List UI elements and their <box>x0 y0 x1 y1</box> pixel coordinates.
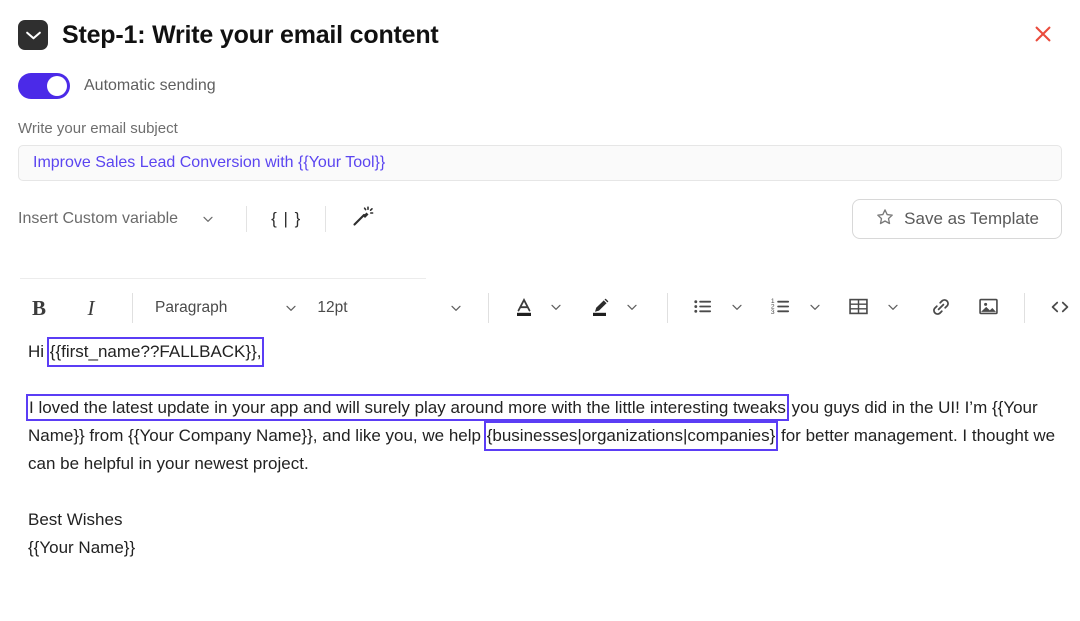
highlighted-sentence[interactable]: I loved the latest update in your app an… <box>28 396 787 419</box>
insert-custom-variable-label: Insert Custom variable <box>18 210 179 227</box>
toolbar-divider <box>246 206 248 232</box>
chevron-down-icon <box>283 300 299 316</box>
bold-icon: B <box>31 295 46 320</box>
automatic-sending-toggle[interactable] <box>18 73 70 99</box>
variable-toolbar: Insert Custom variable { | } Save as Tem… <box>18 197 1062 241</box>
italic-icon: I <box>87 295 95 320</box>
format-toolbar: B I Paragraph 12pt 1 2 3 <box>18 288 1068 328</box>
bullet-list-dropdown[interactable] <box>724 292 750 324</box>
envelope-icon <box>18 20 48 50</box>
subject-input[interactable]: Improve Sales Lead Conversion with {{You… <box>18 145 1062 181</box>
chevron-down-icon <box>885 299 901 318</box>
image-icon <box>977 295 1000 321</box>
font-size-value: 12pt <box>317 299 348 316</box>
highlight-color-dropdown[interactable] <box>619 292 645 324</box>
svg-text:3: 3 <box>771 309 775 316</box>
text-color-icon <box>512 295 536 322</box>
email-body-editor[interactable]: Hi {{first_name??FALLBACK}}, I loved the… <box>28 337 1058 562</box>
format-divider <box>666 293 668 323</box>
save-as-template-label: Save as Template <box>904 209 1039 228</box>
insert-image-button[interactable] <box>976 292 1002 324</box>
bullet-list-button[interactable] <box>690 292 716 324</box>
numbered-list-button[interactable]: 1 2 3 <box>768 292 794 324</box>
spintax-icon: { | } <box>271 209 302 228</box>
toolbar-divider <box>325 206 327 232</box>
chevron-down-icon <box>729 299 745 318</box>
chevron-down-icon <box>200 211 216 227</box>
chevron-down-icon <box>624 299 640 318</box>
bullet-list-icon <box>691 295 714 321</box>
close-icon <box>1032 23 1054 48</box>
save-as-template-button[interactable]: Save as Template <box>852 199 1062 239</box>
chevron-down-icon <box>548 299 564 318</box>
text-color-button[interactable] <box>511 292 537 324</box>
close-button[interactable] <box>1026 18 1060 52</box>
signoff-line: Best Wishes <box>28 510 123 529</box>
dialog-header: Step-1: Write your email content <box>0 0 1080 56</box>
page-title: Step-1: Write your email content <box>62 20 439 49</box>
table-dropdown[interactable] <box>880 292 906 324</box>
magic-wand-icon <box>350 205 374 234</box>
text-color-dropdown[interactable] <box>543 292 569 324</box>
chevron-down-icon <box>807 299 823 318</box>
automatic-sending-label: Automatic sending <box>84 77 216 94</box>
table-button[interactable] <box>846 292 872 324</box>
source-code-button[interactable] <box>1047 292 1073 324</box>
toggle-knob <box>47 76 67 96</box>
font-size-dropdown[interactable]: 12pt <box>317 292 463 324</box>
block-format-value: Paragraph <box>155 299 228 316</box>
spintax-button[interactable]: { | } <box>271 204 301 234</box>
link-icon <box>929 295 953 322</box>
insert-custom-variable-dropdown[interactable]: Insert Custom variable <box>18 210 222 228</box>
highlight-color-button[interactable] <box>587 292 613 324</box>
greeting-variable-chip[interactable]: {{first_name??FALLBACK}}, <box>46 337 265 367</box>
body-paragraph: I loved the latest update in your app an… <box>28 394 1058 478</box>
format-divider <box>1023 293 1025 323</box>
greeting-line: Hi {{first_name??FALLBACK}}, <box>28 337 1058 367</box>
numbered-list-dropdown[interactable] <box>802 292 828 324</box>
ai-magic-button[interactable] <box>350 204 374 234</box>
bold-button[interactable]: B <box>26 292 52 324</box>
table-icon <box>847 295 870 321</box>
source-code-icon <box>1048 295 1072 322</box>
format-divider <box>132 293 133 323</box>
automatic-sending-row: Automatic sending <box>0 56 1080 100</box>
highlight-color-icon <box>588 295 612 322</box>
subject-block: Write your email subject Improve Sales L… <box>0 100 1080 181</box>
toolbar-separator-line <box>20 278 426 279</box>
greeting-prefix: Hi <box>28 342 49 361</box>
chevron-down-icon <box>448 300 464 316</box>
numbered-list-icon: 1 2 3 <box>769 295 792 321</box>
spintax-chip[interactable]: {businesses|organizations|companies} <box>483 421 779 451</box>
format-divider <box>487 293 489 323</box>
insert-link-button[interactable] <box>928 292 954 324</box>
star-icon <box>875 207 895 232</box>
italic-button[interactable]: I <box>78 292 104 324</box>
block-format-dropdown[interactable]: Paragraph <box>155 292 299 324</box>
subject-label: Write your email subject <box>18 120 178 137</box>
signature-line: {{Your Name}} <box>28 538 136 557</box>
